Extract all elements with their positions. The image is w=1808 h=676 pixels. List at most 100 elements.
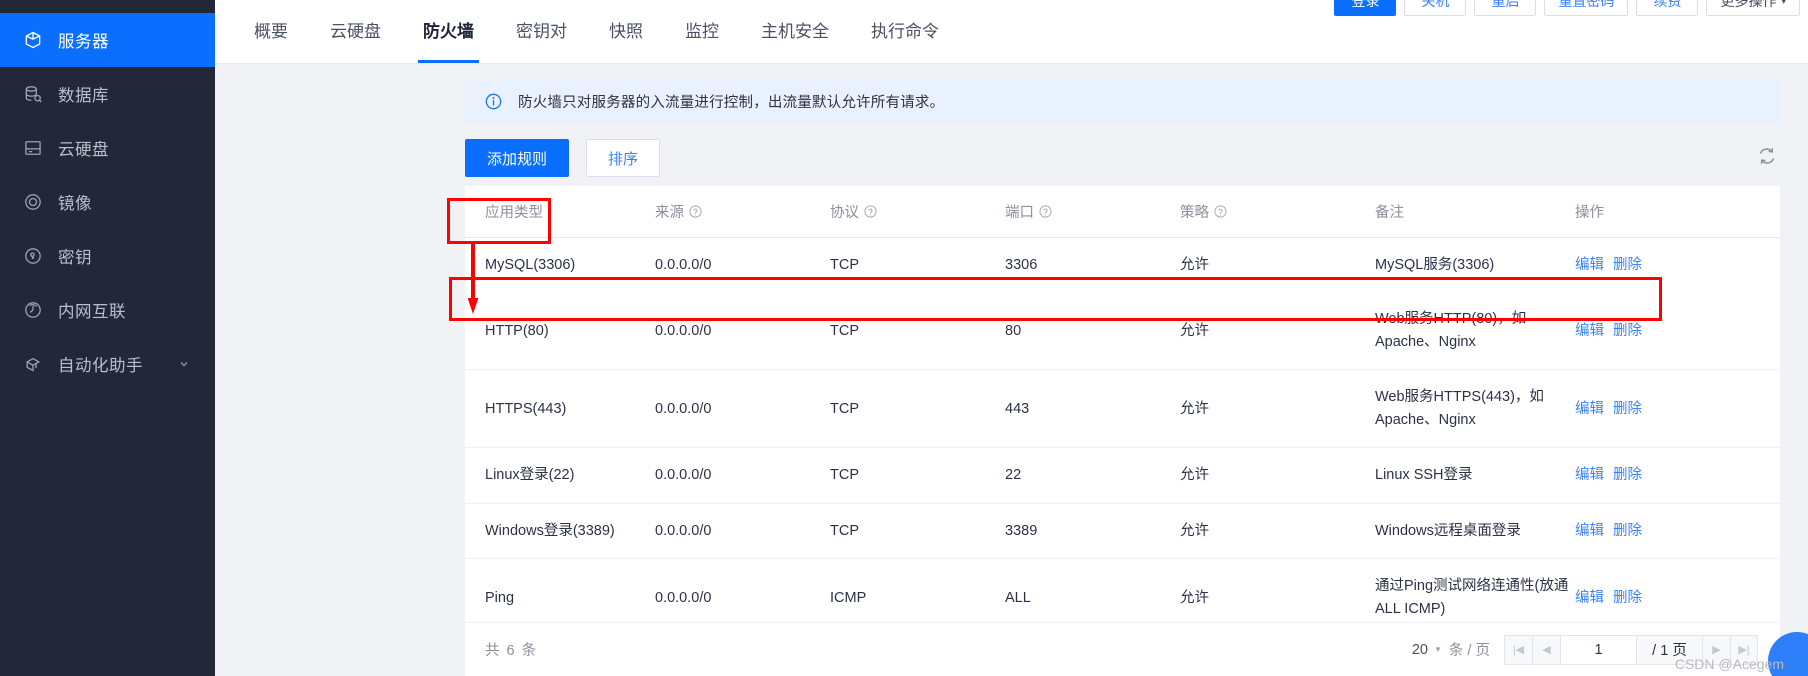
watermark: CSDN @Acegem — [1674, 656, 1784, 672]
cell-actions: 编辑 删除 — [1575, 503, 1780, 560]
main-area: 登录 关机 重启 重置密码 续费 更多操作 ▾ 概要 云硬盘 防火墙 密钥对 快… — [215, 0, 1808, 676]
page-size-selector[interactable]: 20 ▼ 条 / 页 — [1412, 639, 1490, 660]
cell-policy: 允许 — [1180, 292, 1375, 371]
cell-policy: 允许 — [1180, 503, 1375, 560]
delete-link[interactable]: 删除 — [1613, 257, 1642, 273]
delete-link[interactable]: 删除 — [1613, 523, 1642, 539]
delete-link[interactable]: 删除 — [1613, 323, 1642, 339]
chevron-down-icon[interactable] — [179, 359, 189, 369]
sidebar-item-server[interactable]: 服务器 — [0, 13, 215, 67]
sidebar-item-automation[interactable]: 自动化助手 — [0, 337, 215, 391]
delete-link[interactable]: 删除 — [1613, 467, 1642, 483]
database-icon — [22, 83, 44, 105]
sidebar-item-image[interactable]: 镜像 — [0, 175, 215, 229]
tab-label: 云硬盘 — [330, 22, 381, 41]
restart-button-label: 重启 — [1491, 0, 1520, 9]
cell-port: 22 — [1005, 447, 1180, 504]
login-button[interactable]: 登录 — [1334, 0, 1397, 16]
edit-link[interactable]: 编辑 — [1575, 401, 1604, 417]
tab-snapshot[interactable]: 快照 — [588, 1, 664, 63]
chevron-down-icon: ▾ — [1781, 0, 1786, 6]
firewall-page: 服务器 数据库 云硬盘 镜像 密钥 内网互联 自动化助手 登录 关机 重启 重置… — [0, 0, 1808, 676]
column-header-action: 操作 — [1575, 186, 1780, 238]
sidebar-item-network[interactable]: 内网互联 — [0, 283, 215, 337]
edit-link[interactable]: 编辑 — [1575, 590, 1604, 606]
shutdown-button-label: 关机 — [1421, 0, 1450, 9]
chevron-down-icon: ▼ — [1433, 644, 1442, 654]
instance-action-buttons: 登录 关机 重启 重置密码 续费 更多操作 ▾ — [1334, 0, 1800, 16]
cell-note: MySQL服务(3306) — [1375, 257, 1495, 273]
cell-source: 0.0.0.0/0 — [655, 292, 830, 371]
cell-policy: 允许 — [1180, 257, 1209, 273]
table-body: MySQL(3306) 0.0.0.0/0 TCP 3306 允许 MySQL服… — [465, 238, 1780, 638]
cell-app-type: HTTP(80) — [465, 292, 655, 371]
add-rule-button[interactable]: 添加规则 — [465, 139, 570, 177]
page-size-value: 20 — [1411, 641, 1428, 658]
cell-protocol: TCP — [830, 257, 859, 273]
cell-source: 0.0.0.0/0 — [655, 257, 712, 273]
sort-button[interactable]: 排序 — [586, 139, 661, 177]
cell-source: 0.0.0.0/0 — [655, 447, 830, 504]
renew-button[interactable]: 续费 — [1636, 0, 1699, 16]
tab-keypair[interactable]: 密钥对 — [495, 1, 588, 63]
sidebar-item-label: 服务器 — [58, 33, 109, 51]
tab-firewall[interactable]: 防火墙 — [402, 1, 495, 63]
info-circle-icon — [485, 93, 502, 110]
cell-app-type: MySQL(3306) — [485, 257, 576, 273]
tab-label: 执行命令 — [871, 22, 939, 41]
tab-overview[interactable]: 概要 — [233, 1, 309, 63]
disk-icon — [22, 137, 44, 159]
first-page-icon[interactable]: |◀ — [1504, 634, 1532, 665]
edit-link[interactable]: 编辑 — [1575, 467, 1604, 483]
sidebar-item-clouddisk[interactable]: 云硬盘 — [0, 121, 215, 175]
table-row[interactable]: HTTPS(443) 0.0.0.0/0 TCP 443 允许 Web服务HTT… — [465, 369, 1780, 449]
restart-button[interactable]: 重启 — [1474, 0, 1537, 16]
column-header-label: 操作 — [1575, 205, 1604, 221]
tab-label: 快照 — [609, 22, 643, 41]
edit-link[interactable]: 编辑 — [1575, 323, 1604, 339]
sidebar-item-database[interactable]: 数据库 — [0, 67, 215, 121]
cell-port: 443 — [1005, 369, 1180, 449]
table-row[interactable]: HTTP(80) 0.0.0.0/0 TCP 80 允许 Web服务HTTP(8… — [465, 292, 1780, 371]
sidebar-item-label: 数据库 — [58, 87, 109, 105]
tab-run-command[interactable]: 执行命令 — [850, 1, 960, 63]
column-header-protocol: 协议 — [830, 186, 1005, 238]
table-row[interactable]: MySQL(3306) 0.0.0.0/0 TCP 3306 允许 MySQL服… — [465, 238, 1780, 293]
cell-actions: 编辑 删除 — [1575, 447, 1780, 504]
shutdown-button[interactable]: 关机 — [1404, 0, 1467, 16]
sidebar-item-label: 云硬盘 — [58, 141, 109, 159]
column-header-label: 应用类型 — [485, 205, 543, 221]
edit-link[interactable]: 编辑 — [1575, 257, 1604, 273]
refresh-icon[interactable] — [1756, 145, 1780, 169]
column-header-note: 备注 — [1375, 186, 1575, 238]
help-circle-icon[interactable] — [1214, 205, 1227, 218]
cell-actions: 编辑 删除 — [1575, 238, 1780, 293]
column-header-label: 端口 — [1005, 205, 1034, 221]
firewall-rules-table: 应用类型 来源 协议 端口 策略 备注 操作 MySQL(3306) 0.0.0… — [465, 186, 1780, 676]
table-row[interactable]: Linux登录(22) 0.0.0.0/0 TCP 22 允许 Linux SS… — [465, 447, 1780, 504]
reset-password-button[interactable]: 重置密码 — [1544, 0, 1629, 16]
table-header-row: 应用类型 来源 协议 端口 策略 备注 操作 — [465, 186, 1780, 238]
more-actions-button[interactable]: 更多操作 ▾ — [1706, 0, 1800, 16]
cell-app-type: Windows登录(3389) — [465, 503, 655, 560]
help-circle-icon[interactable] — [689, 205, 702, 218]
tab-host-security[interactable]: 主机安全 — [740, 1, 850, 63]
edit-link[interactable]: 编辑 — [1575, 523, 1604, 539]
current-page-input[interactable]: 1 — [1560, 634, 1636, 665]
sidebar-item-key[interactable]: 密钥 — [0, 229, 215, 283]
table-row[interactable]: Windows登录(3389) 0.0.0.0/0 TCP 3389 允许 Wi… — [465, 503, 1780, 560]
tab-label: 密钥对 — [516, 22, 567, 41]
login-button-label: 登录 — [1351, 0, 1380, 9]
page-size-unit: 条 / 页 — [1448, 643, 1490, 659]
help-circle-icon[interactable] — [1039, 205, 1052, 218]
delete-link[interactable]: 删除 — [1613, 401, 1642, 417]
prev-page-icon[interactable]: ◀ — [1532, 634, 1560, 665]
cell-actions: 编辑 删除 — [1575, 369, 1780, 449]
more-actions-label: 更多操作 — [1720, 0, 1777, 9]
tab-clouddisk[interactable]: 云硬盘 — [309, 1, 402, 63]
cell-protocol: TCP — [830, 292, 1005, 371]
column-header-label: 策略 — [1180, 205, 1209, 221]
tab-monitor[interactable]: 监控 — [664, 1, 740, 63]
help-circle-icon[interactable] — [864, 205, 877, 218]
delete-link[interactable]: 删除 — [1613, 590, 1642, 606]
